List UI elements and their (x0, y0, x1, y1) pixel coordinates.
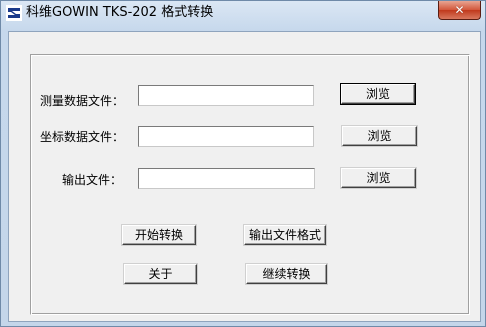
start-convert-button[interactable]: 开始转换 (122, 225, 196, 245)
survey-file-label: 测量数据文件： (40, 94, 125, 108)
app-logo-icon (6, 5, 22, 21)
output-browse-button[interactable]: 浏览 (341, 168, 416, 188)
about-button[interactable]: 关于 (124, 264, 197, 284)
coord-file-input[interactable] (138, 126, 314, 147)
title-bar[interactable]: 科维GOWIN TKS-202 格式转换 ✕ (1, 1, 485, 25)
close-icon: ✕ (454, 3, 465, 17)
output-format-button[interactable]: 输出文件格式 (244, 225, 326, 245)
survey-browse-button[interactable]: 浏览 (340, 83, 416, 105)
output-file-input[interactable] (138, 168, 315, 189)
client-area: 测量数据文件： 浏览 坐标数据文件： 浏览 输出文件： 浏览 开始转换 输出文件… (8, 31, 481, 322)
app-window: 科维GOWIN TKS-202 格式转换 ✕ 测量数据文件： 浏览 坐标数据文件… (0, 0, 486, 327)
window-title: 科维GOWIN TKS-202 格式转换 (26, 5, 214, 20)
survey-file-input[interactable] (138, 85, 314, 106)
close-button[interactable]: ✕ (438, 1, 481, 20)
coord-browse-button[interactable]: 浏览 (342, 126, 417, 146)
coord-file-label: 坐标数据文件： (40, 130, 125, 144)
output-file-label: 输出文件： (62, 173, 123, 187)
continue-convert-button[interactable]: 继续转换 (246, 264, 327, 284)
